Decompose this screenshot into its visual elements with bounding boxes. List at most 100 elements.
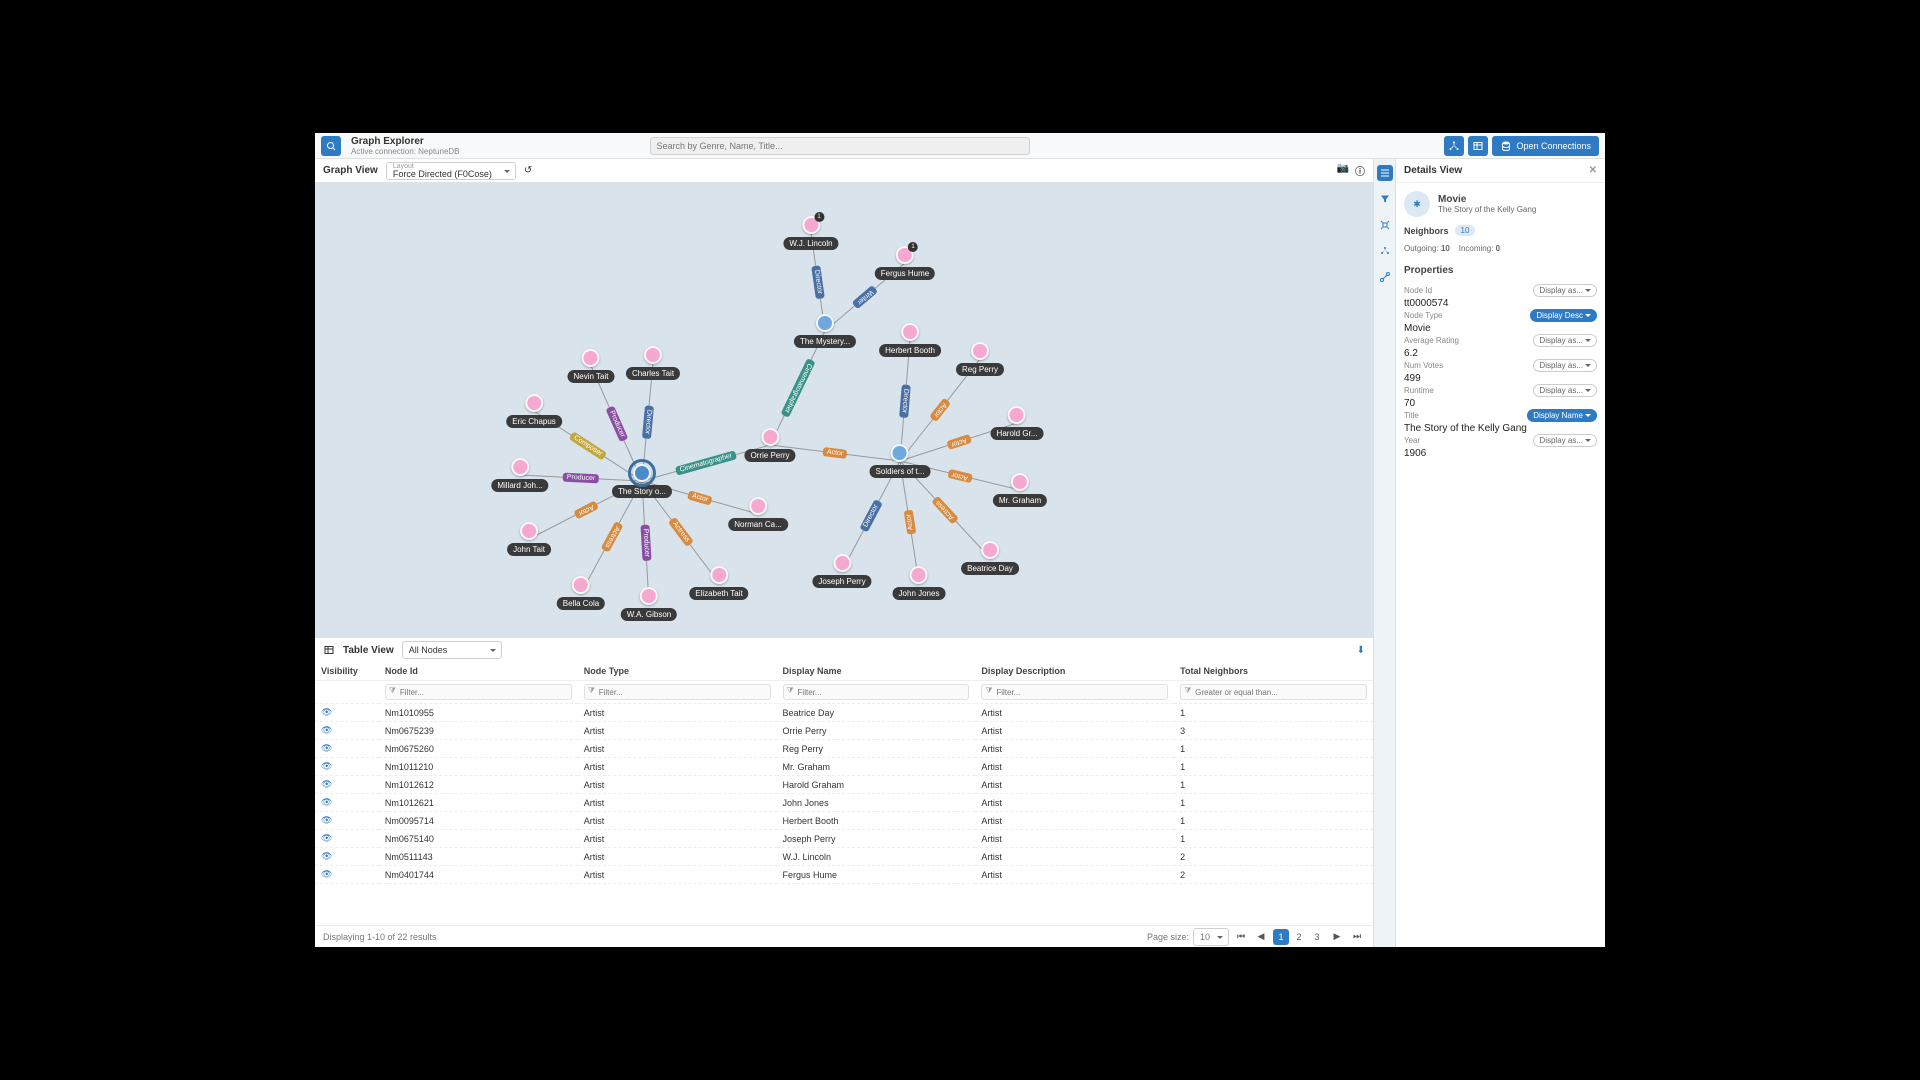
graph-node[interactable]: The Story o... bbox=[612, 464, 672, 498]
table-mode-icon[interactable] bbox=[1468, 136, 1488, 156]
graph-node[interactable]: Elizabeth Tait bbox=[689, 566, 748, 600]
display-as-chip[interactable]: Display as... bbox=[1533, 334, 1597, 347]
info-icon[interactable]: ⓘ bbox=[1355, 163, 1365, 178]
rail-edge-icon[interactable] bbox=[1377, 269, 1393, 285]
graph-node[interactable]: Millard Joh... bbox=[491, 458, 548, 492]
graph-node[interactable]: Joseph Perry bbox=[812, 554, 871, 588]
visibility-icon[interactable]: 👁 bbox=[315, 758, 379, 776]
details-node-type: Movie bbox=[1438, 194, 1536, 205]
table-row[interactable]: 👁 Nm0095714 Artist Herbert Booth Artist … bbox=[315, 812, 1373, 830]
rail-details-icon[interactable] bbox=[1377, 165, 1393, 181]
display-as-chip[interactable]: Display Name bbox=[1527, 409, 1597, 422]
filter-node-id[interactable] bbox=[385, 684, 572, 700]
node-label: Eric Chapus bbox=[506, 415, 562, 428]
page-number-button[interactable]: 2 bbox=[1291, 929, 1307, 945]
visibility-icon[interactable]: 👁 bbox=[315, 866, 379, 884]
graph-node[interactable]: Charles Tait bbox=[626, 346, 680, 380]
search-input[interactable] bbox=[650, 137, 1030, 155]
graph-node[interactable]: Reg Perry bbox=[956, 342, 1004, 376]
visibility-icon[interactable]: 👁 bbox=[315, 704, 379, 722]
filter-display-name[interactable] bbox=[783, 684, 970, 700]
page-number-button[interactable]: 3 bbox=[1309, 929, 1325, 945]
open-connections-label: Open Connections bbox=[1516, 141, 1591, 151]
graph-node[interactable]: Soldiers of t... bbox=[870, 444, 931, 478]
rail-graph-icon[interactable] bbox=[1377, 243, 1393, 259]
page-size-select[interactable]: 10 bbox=[1193, 928, 1229, 946]
node-dot bbox=[1008, 406, 1026, 424]
table-row[interactable]: 👁 Nm1012621 Artist John Jones Artist 1 bbox=[315, 794, 1373, 812]
node-label: The Mystery... bbox=[794, 335, 856, 348]
visibility-icon[interactable]: 👁 bbox=[315, 830, 379, 848]
display-as-chip[interactable]: Display as... bbox=[1533, 384, 1597, 397]
graph-node[interactable]: Orrie Perry bbox=[744, 428, 795, 462]
graph-node[interactable]: Mr. Graham bbox=[993, 473, 1047, 507]
graph-node[interactable]: Beatrice Day bbox=[961, 541, 1019, 575]
filter-display-desc[interactable] bbox=[981, 684, 1168, 700]
visibility-icon[interactable]: 👁 bbox=[315, 722, 379, 740]
cell-display-name: John Jones bbox=[777, 794, 976, 812]
graph-node[interactable]: W.A. Gibson bbox=[621, 587, 677, 621]
page-last-button[interactable]: ⏭ bbox=[1349, 929, 1365, 945]
rail-expand-icon[interactable] bbox=[1377, 217, 1393, 233]
cell-display-name: Mr. Graham bbox=[777, 758, 976, 776]
graph-node[interactable]: Harold Gr... bbox=[991, 406, 1044, 440]
table-row[interactable]: 👁 Nm0675239 Artist Orrie Perry Artist 3 bbox=[315, 722, 1373, 740]
table-row[interactable]: 👁 Nm1012612 Artist Harold Graham Artist … bbox=[315, 776, 1373, 794]
table-scroll[interactable]: VisibilityNode IdNode TypeDisplay NameDi… bbox=[315, 662, 1373, 925]
page-first-button[interactable]: ⏮ bbox=[1233, 929, 1249, 945]
table-row[interactable]: 👁 Nm0401744 Artist Fergus Hume Artist 2 bbox=[315, 866, 1373, 884]
table-row[interactable]: 👁 Nm0675260 Artist Reg Perry Artist 1 bbox=[315, 740, 1373, 758]
graph-node[interactable]: 1 W.J. Lincoln bbox=[783, 216, 838, 250]
graph-node[interactable]: Herbert Booth bbox=[879, 323, 941, 357]
table-row[interactable]: 👁 Nm1010955 Artist Beatrice Day Artist 1 bbox=[315, 704, 1373, 722]
graph-node[interactable]: Eric Chapus bbox=[506, 394, 562, 428]
reset-layout-icon[interactable]: ↺ bbox=[524, 165, 532, 176]
download-icon[interactable]: ⬇ bbox=[1357, 645, 1365, 656]
filter-node-type[interactable] bbox=[584, 684, 771, 700]
screenshot-icon[interactable]: 📷 bbox=[1337, 163, 1349, 178]
visibility-icon[interactable]: 👁 bbox=[315, 794, 379, 812]
column-header[interactable]: Display Name bbox=[777, 662, 976, 681]
column-header[interactable]: Node Id bbox=[379, 662, 578, 681]
column-header[interactable]: Node Type bbox=[578, 662, 777, 681]
filter-neighbors[interactable] bbox=[1180, 684, 1367, 700]
logo-icon[interactable] bbox=[321, 136, 341, 156]
table-row[interactable]: 👁 Nm0675140 Artist Joseph Perry Artist 1 bbox=[315, 830, 1373, 848]
rail-filter-icon[interactable] bbox=[1377, 191, 1393, 207]
table-row[interactable]: 👁 Nm1011210 Artist Mr. Graham Artist 1 bbox=[315, 758, 1373, 776]
node-label: Joseph Perry bbox=[812, 575, 871, 588]
layout-select[interactable]: Layout Force Directed (F0Cose) bbox=[386, 162, 516, 180]
display-as-chip[interactable]: Display as... bbox=[1533, 359, 1597, 372]
graph-node[interactable]: 1 Fergus Hume bbox=[875, 246, 935, 280]
graph-node[interactable]: Norman Ca... bbox=[728, 497, 788, 531]
graph-canvas[interactable]: 1 W.J. Lincoln 1 Fergus Hume The Mystery.… bbox=[315, 183, 1373, 637]
display-as-chip[interactable]: Display as... bbox=[1533, 434, 1597, 447]
display-as-chip[interactable]: Display as... bbox=[1533, 284, 1597, 297]
cell-neighbors: 1 bbox=[1174, 776, 1373, 794]
page-number-button[interactable]: 1 bbox=[1273, 929, 1289, 945]
cell-display-desc: Artist bbox=[975, 704, 1174, 722]
graph-node[interactable]: John Jones bbox=[893, 566, 946, 600]
display-as-chip[interactable]: Display Desc bbox=[1530, 309, 1597, 322]
close-icon[interactable]: ✕ bbox=[1589, 165, 1597, 176]
visibility-icon[interactable]: 👁 bbox=[315, 812, 379, 830]
graph-node[interactable]: John Tait bbox=[507, 522, 551, 556]
graph-node[interactable]: Bella Cola bbox=[557, 576, 605, 610]
neighbors-row: Neighbors 10 bbox=[1404, 225, 1597, 236]
page-prev-button[interactable]: ◀ bbox=[1253, 929, 1269, 945]
graph-node[interactable]: The Mystery... bbox=[794, 314, 856, 348]
property-key: Runtime bbox=[1404, 386, 1434, 395]
graph-node[interactable]: Nevin Tait bbox=[568, 349, 615, 383]
table-row[interactable]: 👁 Nm0511143 Artist W.J. Lincoln Artist 2 bbox=[315, 848, 1373, 866]
visibility-icon[interactable]: 👁 bbox=[315, 848, 379, 866]
page-next-button[interactable]: ▶ bbox=[1329, 929, 1345, 945]
column-header[interactable]: Visibility bbox=[315, 662, 379, 681]
graph-mode-icon[interactable] bbox=[1444, 136, 1464, 156]
node-dot: 1 bbox=[896, 246, 914, 264]
table-filter-select[interactable]: All Nodes bbox=[402, 641, 502, 659]
column-header[interactable]: Display Description bbox=[975, 662, 1174, 681]
open-connections-button[interactable]: Open Connections bbox=[1492, 136, 1599, 156]
column-header[interactable]: Total Neighbors bbox=[1174, 662, 1373, 681]
visibility-icon[interactable]: 👁 bbox=[315, 776, 379, 794]
visibility-icon[interactable]: 👁 bbox=[315, 740, 379, 758]
